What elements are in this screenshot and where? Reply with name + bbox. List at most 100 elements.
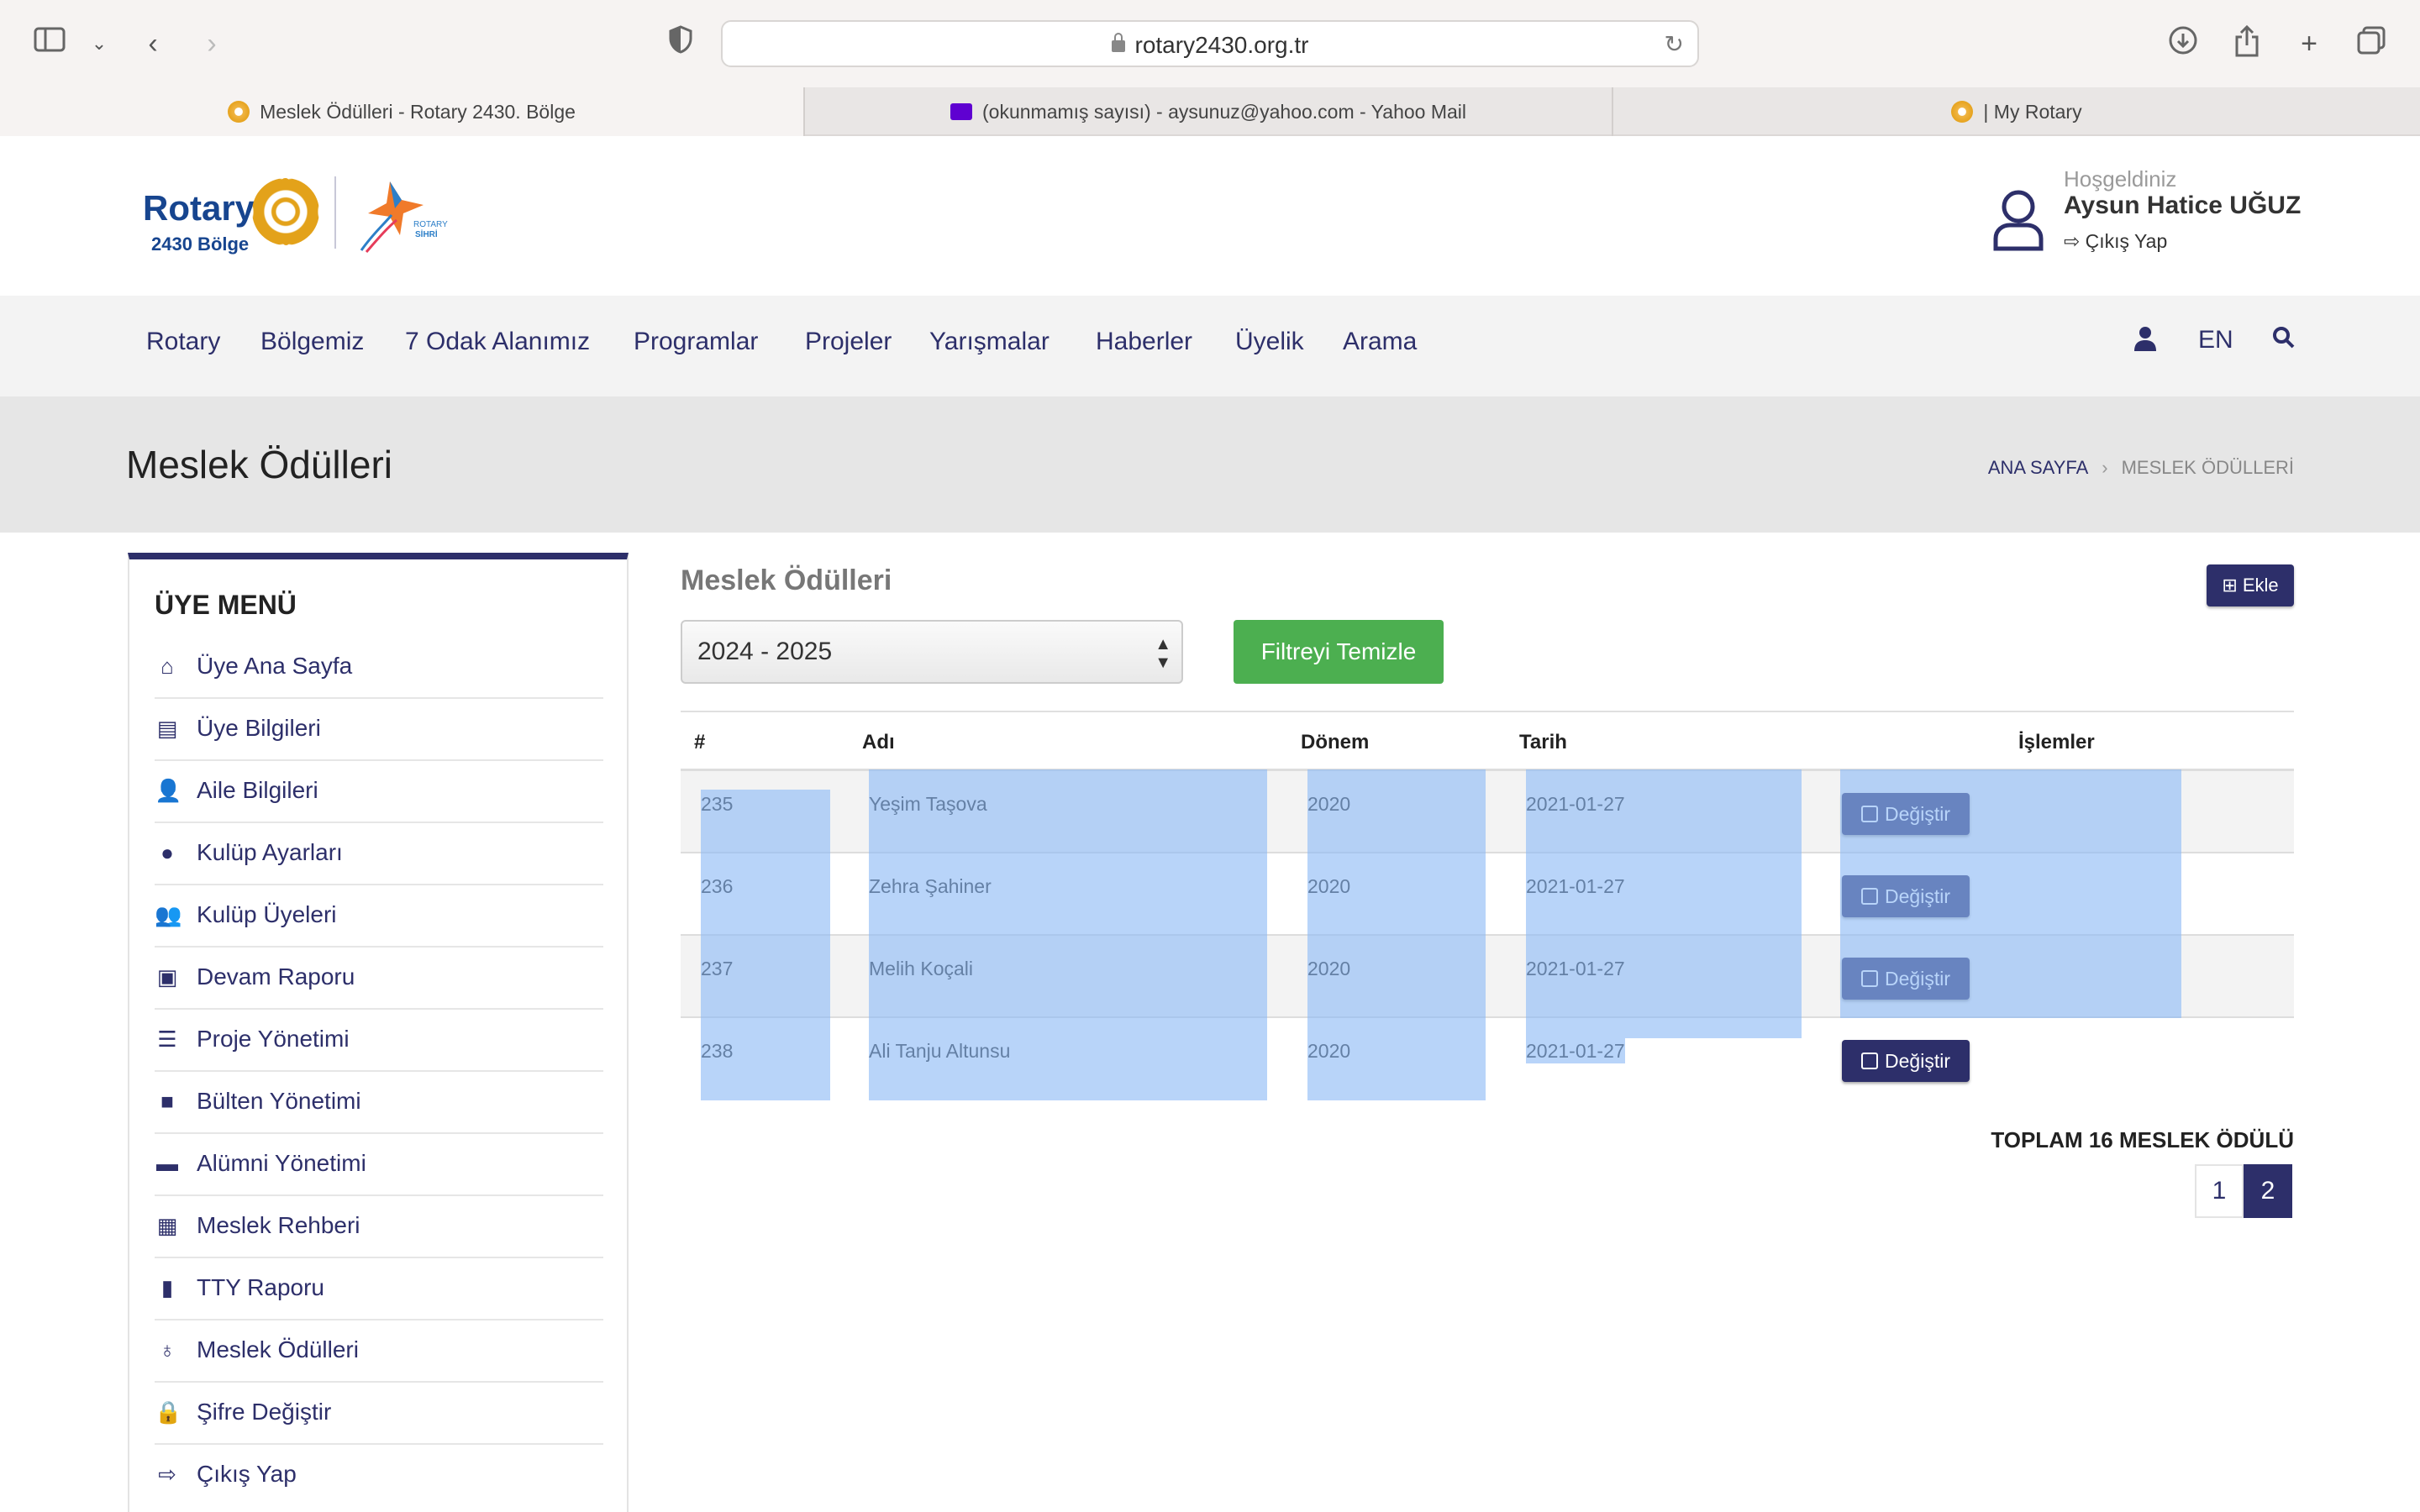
sidebar-item-label: Aile Bilgileri [197,777,318,803]
tab-overview-icon[interactable] [2353,25,2390,62]
edit-button[interactable]: Değiştir [1842,793,1970,835]
sidebar-item-kulup-ayarlari[interactable]: ● Kulüp Ayarları [155,823,603,885]
tab-yahoo-mail[interactable]: (okunmamış sayısı) - aysunuz@yahoo.com -… [805,87,1613,136]
edit-button[interactable]: Değiştir [1842,958,1970,1000]
forward-icon[interactable]: › [193,25,230,62]
site-header: Rotary 2430 Bölge ROTARY SİHRİ Hoşgeldin… [0,136,2420,296]
tab-bar: Meslek Ödülleri - Rotary 2430. Bölge (ok… [0,87,2420,136]
nav-item-uyelik[interactable]: Üyelik [1235,328,1304,356]
user-icon[interactable] [1991,188,2045,252]
breadcrumb-chevron-icon: › [2102,457,2108,478]
edit-button[interactable]: Değiştir [1842,875,1970,917]
sidebar-toggle-icon[interactable] [32,25,69,62]
tasks-icon: ☰ [157,1026,177,1052]
sidebar-item-tty-raporu[interactable]: ▮ TTY Raporu [155,1258,603,1320]
logo-divider [334,176,336,249]
url-text: rotary2430.org.tr [1134,32,1309,58]
address-bar[interactable]: rotary2430.org.tr ↻ [721,20,1699,67]
sidebar-item-uye-ana-sayfa[interactable]: ⌂ Üye Ana Sayfa [155,637,603,699]
tab-my-rotary[interactable]: | My Rotary [1613,87,2420,136]
rotary-wheel-icon [228,100,250,123]
sidebar-item-bulten-yonetimi[interactable]: ■ Bülten Yönetimi [155,1072,603,1134]
logo-text[interactable]: Rotary [143,188,255,228]
column-header-actions: İşlemler [2018,731,2095,753]
nav-item-programlar[interactable]: Programlar [634,328,758,356]
language-switch[interactable]: EN [2198,326,2233,354]
sidebar-item-cikis-yap[interactable]: ⇨ Çıkış Yap [155,1445,603,1507]
nav-item-arama[interactable]: Arama [1343,328,1417,356]
nav-item-odak-alanlari[interactable]: 7 Odak Alanımız [405,328,590,356]
sidebar-title: ÜYE MENÜ [155,590,297,620]
sidebar-item-meslek-odulleri[interactable]: ♁ Meslek Ödülleri [155,1320,603,1383]
sidebar-item-proje-yonetimi[interactable]: ☰ Proje Yönetimi [155,1010,603,1072]
period-select-value: 2024 - 2025 [697,638,833,665]
sidebar-item-label: Meslek Rehberi [197,1212,360,1238]
cell-period: 2020 [1307,875,1351,897]
share-icon[interactable] [2228,24,2265,62]
back-icon[interactable]: ‹ [134,25,171,62]
search-icon[interactable] [2272,326,2296,356]
sidebar-item-label: Devam Raporu [197,963,355,990]
tab-meslek-odulleri[interactable]: Meslek Ödülleri - Rotary 2430. Bölge [0,87,805,136]
cell-name: Yeşim Taşova [869,793,987,815]
cell-id: 236 [701,875,734,897]
page-button-2[interactable]: 2 [2244,1164,2292,1218]
cell-id: 235 [701,793,734,815]
user-nav-icon[interactable] [2134,326,2156,358]
period-select[interactable]: 2024 - 2025 ▲ ▼ [681,620,1183,684]
nav-item-yarismalar[interactable]: Yarışmalar [929,328,1050,356]
download-icon[interactable] [2165,25,2202,62]
sidebar-item-label: Kulüp Üyeleri [197,901,337,927]
nav-item-rotary[interactable]: Rotary [146,328,220,356]
privacy-shield-icon[interactable] [662,25,699,62]
sign-out-icon: ⇨ [158,1462,176,1487]
logout-link[interactable]: ⇨ Çıkış Yap [2064,230,2167,253]
cell-name: Zehra Şahiner [869,875,992,897]
edit-icon [1861,888,1879,905]
sidebar-item-label: Meslek Ödülleri [197,1336,359,1362]
tab-label: | My Rotary [1983,101,2082,123]
sidebar-item-label: Proje Yönetimi [197,1026,350,1052]
svg-text:SİHRİ: SİHRİ [415,228,438,239]
column-header-id[interactable]: # [694,731,705,754]
sidebar-item-kulup-uyeleri[interactable]: 👥 Kulüp Üyeleri [155,885,603,948]
cell-date: 2021-01-27 [1526,875,1625,897]
column-header-date[interactable]: Tarih [1519,731,1567,754]
edit-button[interactable]: Değiştir [1842,1040,1970,1082]
reload-icon[interactable]: ↻ [1665,30,1684,58]
add-button[interactable]: ⊞ Ekle [2207,564,2294,606]
sidebar-item-label: Kulüp Ayarları [197,839,343,865]
member-menu: ÜYE MENÜ ⌂ Üye Ana Sayfa ▤ Üye Bilgileri 👤… [128,553,629,1512]
clear-filter-button[interactable]: Filtreyi Temizle [1234,620,1444,684]
breadcrumb-home[interactable]: ANA SAYFA [1988,457,2088,478]
sidebar-item-sifre-degistir[interactable]: 🔒 Şifre Değiştir [155,1383,603,1445]
sidebar-item-meslek-rehberi[interactable]: ▦ Meslek Rehberi [155,1196,603,1258]
edit-icon [1861,1053,1879,1069]
column-header-name[interactable]: Adı [862,731,895,754]
cell-id: 237 [701,958,734,979]
user-name: Aysun Hatice UĞUZ [2064,192,2302,219]
sidebar-item-aile-bilgileri[interactable]: 👤 Aile Bilgileri [155,761,603,823]
home-icon: ⌂ [160,654,174,679]
tab-label: Meslek Ödülleri - Rotary 2430. Bölge [260,101,576,123]
sidebar-item-alumni-yonetimi[interactable]: ▬ Alümni Yönetimi [155,1134,603,1196]
sidebar-item-label: Alümni Yönetimi [197,1150,366,1176]
page-button-1[interactable]: 1 [2195,1164,2244,1218]
edit-button-label: Değiştir [1885,803,1950,825]
sidebar-item-devam-raporu[interactable]: ▣ Devam Raporu [155,948,603,1010]
breadcrumb-current: MESLEK ÖDÜLLERİ [2121,457,2294,478]
rotary-wheel-icon [1951,100,1974,123]
nav-item-projeler[interactable]: Projeler [805,328,892,356]
browser-toolbar: ⌄ ‹ › rotary2430.org.tr ↻ + [0,0,2420,87]
column-header-period[interactable]: Dönem [1301,731,1369,754]
new-tab-icon[interactable]: + [2291,25,2328,62]
cell-date: 2021-01-27 [1526,958,1625,979]
nav-item-bolgemiz[interactable]: Bölgemiz [260,328,364,356]
nav-item-haberler[interactable]: Haberler [1096,328,1192,356]
chevron-down-icon[interactable]: ⌄ [81,25,118,62]
cell-name: Ali Tanju Altunsu [869,1040,1011,1062]
rotary-sihri-logo[interactable]: ROTARY SİHRİ [353,175,454,255]
sidebar-item-label: Çıkış Yap [197,1461,297,1487]
table-row: 237 Melih Koçali 2020 2021-01-27 Değişti… [681,936,2294,1018]
sidebar-item-uye-bilgileri[interactable]: ▤ Üye Bilgileri [155,699,603,761]
